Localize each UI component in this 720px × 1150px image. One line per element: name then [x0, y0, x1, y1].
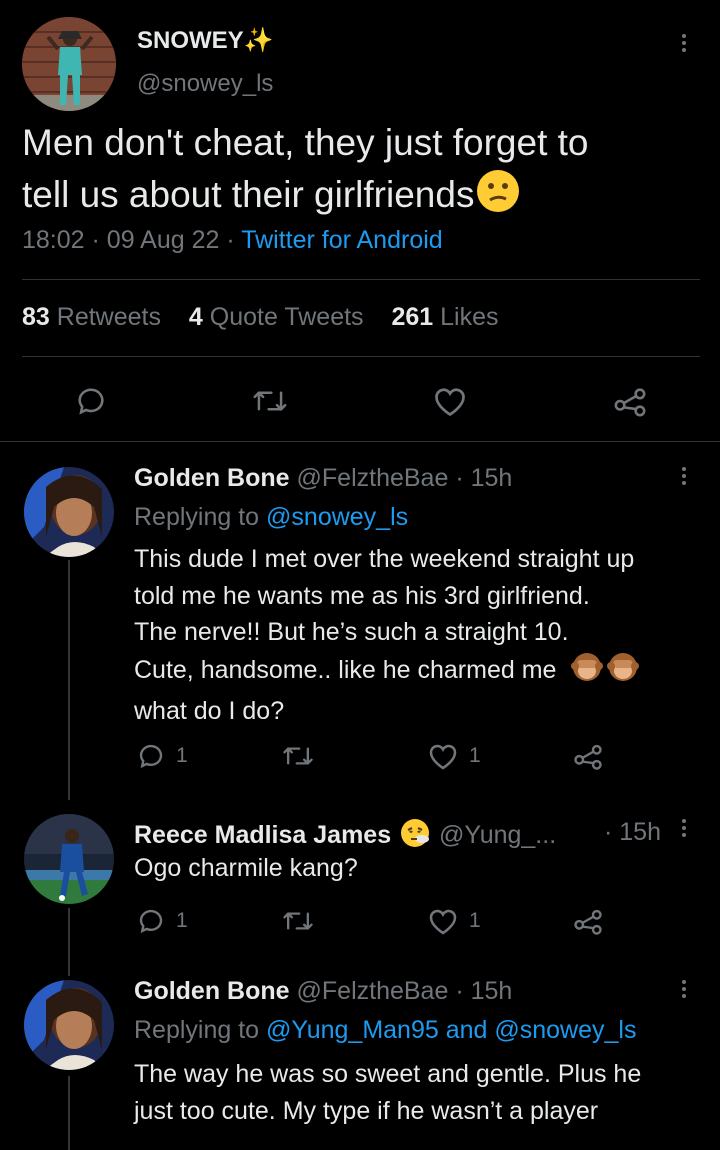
reply-time: · 15h — [455, 977, 513, 1005]
divider — [0, 441, 720, 442]
author-display-name[interactable]: SNOWEY✨ — [137, 26, 274, 55]
more-options-icon[interactable] — [682, 31, 688, 55]
reply-text: This dude I met over the weekend straigh… — [134, 541, 640, 730]
reply-author-name[interactable]: Reece Madlisa James — [134, 821, 391, 849]
more-options-icon[interactable] — [682, 464, 688, 488]
more-options-icon[interactable] — [682, 977, 688, 1001]
reply-count: 1 — [176, 744, 188, 767]
reply-count: 1 — [176, 909, 188, 932]
avatar-golden-bone[interactable] — [24, 467, 114, 557]
replying-to: Replying to @snowey_ls — [134, 503, 409, 531]
like-icon[interactable] — [427, 906, 459, 936]
replying-to: Replying to @Yung_Man95 and @snowey_ls — [134, 1016, 637, 1044]
tweet-source-link[interactable]: Twitter for Android — [241, 226, 442, 254]
tweet-text-line: Men don't cheat, they just forget to — [22, 122, 589, 163]
reply-icon[interactable] — [136, 741, 166, 771]
like-count: 1 — [469, 744, 481, 767]
meta-separator: · — [91, 226, 100, 254]
like-icon[interactable] — [427, 741, 459, 771]
replying-to-link[interactable]: @snowey_ls — [266, 503, 408, 531]
share-icon[interactable] — [572, 906, 604, 936]
reply-header: Golden Bone @FelztheBae · 15h — [134, 977, 512, 1006]
retweets-stat[interactable]: 83 Retweets — [22, 303, 161, 331]
reply-text-line: Cute, handsome.. like he charmed me — [134, 651, 640, 694]
avatar-snowey[interactable] — [22, 17, 116, 111]
reply-text-line: told me he wants me as his 3rd girlfrien… — [134, 581, 590, 610]
tweet-meta: 18:02 · 09 Aug 22 · Twitter for Android — [22, 226, 443, 255]
share-icon[interactable] — [572, 741, 604, 771]
thread-line — [68, 908, 70, 976]
reply-icon[interactable] — [74, 384, 108, 418]
reply-text-line: The way he was so sweet and gentle. Plus… — [134, 1060, 642, 1088]
reply-text: Ogo charmile kang? — [134, 854, 358, 883]
reply-header: Golden Bone @FelztheBae · 15h — [134, 464, 512, 493]
tweet-time: 18:02 — [22, 226, 85, 254]
tweet-stats: 83 Retweets 4 Quote Tweets 261 Likes — [22, 303, 499, 332]
reply-text-line: just too cute. My type if he wasn’t a pl… — [134, 1097, 599, 1125]
reply-text-line: what do I do? — [134, 697, 285, 725]
replying-to-link[interactable]: @Yung_Man95 and @snowey_ls — [266, 1016, 636, 1044]
reply-author-handle[interactable]: @Yung_... — [439, 821, 556, 849]
retweet-icon[interactable] — [252, 384, 288, 418]
reply-text-line: The nerve!! But he’s such a straight 10. — [134, 618, 569, 646]
face-with-steam-emoji-icon — [400, 818, 430, 855]
reply-time: · 15h — [604, 818, 661, 846]
author-handle[interactable]: @snowey_ls — [137, 70, 273, 98]
avatar-reece[interactable] — [24, 814, 114, 904]
more-options-icon[interactable] — [682, 816, 688, 840]
retweet-icon[interactable] — [282, 741, 314, 771]
confused-face-emoji-icon — [476, 169, 520, 227]
reply-header: Reece Madlisa James @Yung_... — [134, 818, 556, 855]
divider — [22, 279, 700, 280]
reply-text-line: Ogo charmile kang? — [134, 854, 358, 882]
reply-author-name[interactable]: Golden Bone — [134, 977, 290, 1005]
reply-author-name[interactable]: Golden Bone — [134, 464, 290, 492]
share-icon[interactable] — [612, 384, 648, 418]
avatar-golden-bone[interactable] — [24, 980, 114, 1070]
divider — [22, 356, 700, 357]
reply-author-handle[interactable]: @FelztheBae — [297, 464, 449, 492]
quote-tweets-stat[interactable]: 4 Quote Tweets — [189, 303, 364, 331]
tweet-text-line: tell us about their girlfriends — [22, 169, 702, 227]
thread-line — [68, 560, 70, 800]
tweet-date: 09 Aug 22 — [106, 226, 220, 254]
thread-line — [68, 1076, 70, 1150]
reply-text: The way he was so sweet and gentle. Plus… — [134, 1056, 641, 1130]
retweet-icon[interactable] — [282, 906, 314, 936]
like-count: 1 — [469, 909, 481, 932]
reply-text-line: This dude I met over the weekend straigh… — [134, 545, 635, 573]
see-no-evil-monkey-icon — [607, 651, 640, 694]
like-icon[interactable] — [432, 384, 468, 418]
reply-icon[interactable] — [136, 906, 166, 936]
see-no-evil-monkey-icon — [571, 651, 604, 694]
likes-stat[interactable]: 261 Likes — [391, 303, 498, 331]
sparkles-icon: ✨ — [243, 27, 274, 54]
reply-author-handle[interactable]: @FelztheBae — [297, 977, 449, 1005]
tweet-text: Men don't cheat, they just forget to tel… — [22, 117, 702, 227]
reply-time: · 15h — [455, 464, 513, 492]
meta-separator: · — [226, 226, 235, 254]
